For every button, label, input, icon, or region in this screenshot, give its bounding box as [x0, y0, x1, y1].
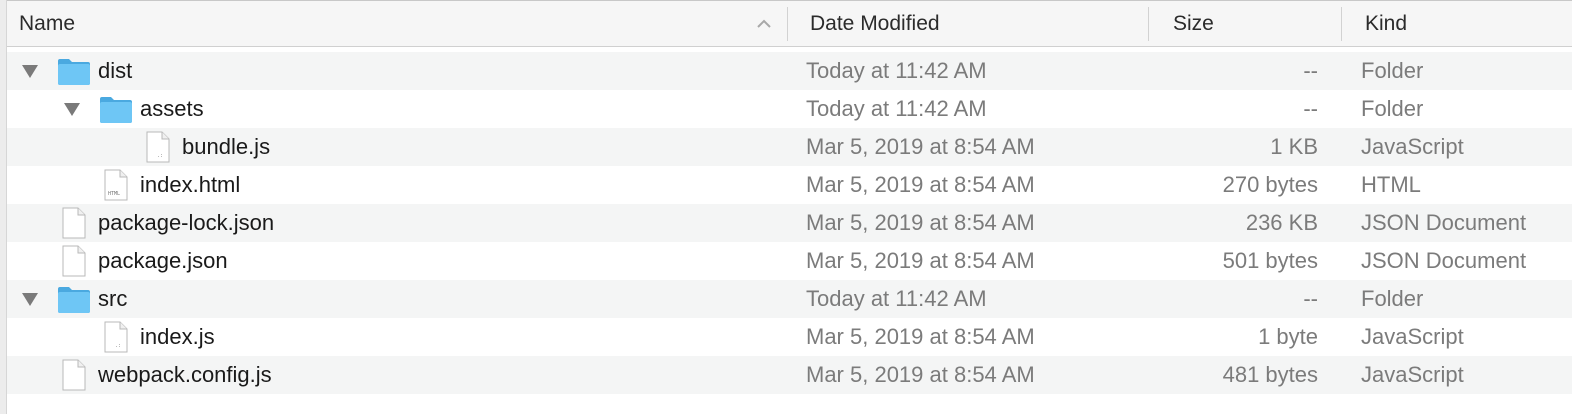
- file-row[interactable]: webpack.config.js Mar 5, 2019 at 8:54 AM 4…: [7, 356, 1572, 394]
- folder-icon: [99, 94, 133, 129]
- file-name: src: [98, 286, 128, 311]
- file-name: dist: [98, 58, 133, 83]
- js-file-icon: .:: [145, 131, 171, 168]
- file-name: index.html: [140, 172, 241, 197]
- file-name: package.json: [98, 248, 228, 273]
- file-row[interactable]: .: bundle.js Mar 5, 2019 at 8:54 AM 1 KB Jav…: [7, 128, 1572, 166]
- document-icon: [61, 245, 87, 282]
- file-row[interactable]: assets Today at 11:42 AM -- Folder: [7, 90, 1572, 128]
- column-divider[interactable]: [1341, 7, 1342, 41]
- svg-text:HTML: HTML: [108, 191, 120, 197]
- file-row[interactable]: .: index.js Mar 5, 2019 at 8:54 AM 1 byte Ja…: [7, 318, 1572, 356]
- date-modified: Today at 11:42 AM: [806, 58, 987, 83]
- file-kind: Folder: [1361, 96, 1424, 121]
- file-row[interactable]: dist Today at 11:42 AM -- Folder: [7, 52, 1572, 90]
- column-header-name-label: Name: [19, 12, 76, 35]
- file-kind: JavaScript: [1361, 362, 1464, 387]
- file-size: --: [1303, 58, 1318, 83]
- date-modified: Mar 5, 2019 at 8:54 AM: [806, 210, 1035, 235]
- file-size: --: [1303, 286, 1318, 311]
- file-size: 1 KB: [1270, 134, 1318, 159]
- file-kind: JSON Document: [1361, 248, 1527, 273]
- disclosure-triangle-icon[interactable]: [21, 291, 39, 307]
- date-modified: Mar 5, 2019 at 8:54 AM: [806, 172, 1035, 197]
- column-header-kind-label: Kind: [1365, 12, 1408, 35]
- file-name: assets: [140, 96, 204, 121]
- file-kind: JavaScript: [1361, 324, 1464, 349]
- date-modified: Mar 5, 2019 at 8:54 AM: [806, 324, 1035, 349]
- column-header-kind[interactable]: Kind: [1353, 1, 1572, 47]
- file-name: webpack.config.js: [98, 362, 272, 387]
- file-list: dist Today at 11:42 AM -- Folder assets Today…: [7, 52, 1572, 394]
- file-size: 236 KB: [1245, 210, 1318, 235]
- html-file-icon: HTML: [103, 169, 129, 206]
- file-kind: Folder: [1361, 286, 1424, 311]
- window-edge: [0, 0, 7, 414]
- file-row[interactable]: package-lock.json Mar 5, 2019 at 8:54 AM 2…: [7, 204, 1572, 242]
- column-header-size-label: Size: [1173, 12, 1214, 35]
- column-divider[interactable]: [1148, 7, 1149, 41]
- svg-text:.:: .:: [115, 343, 121, 349]
- folder-icon: [57, 56, 91, 91]
- disclosure-triangle-icon[interactable]: [21, 63, 39, 79]
- document-icon: [61, 207, 87, 244]
- column-header-name[interactable]: Name: [7, 1, 787, 47]
- date-modified: Today at 11:42 AM: [806, 96, 987, 121]
- file-kind: HTML: [1361, 172, 1421, 197]
- column-header-bar: Name Date Modified Size Kind: [7, 0, 1572, 47]
- date-modified: Today at 11:42 AM: [806, 286, 987, 311]
- file-size: 481 bytes: [1222, 362, 1318, 387]
- file-size: 1 byte: [1258, 324, 1318, 349]
- column-header-size[interactable]: Size: [1161, 1, 1341, 47]
- file-row[interactable]: HTML index.html Mar 5, 2019 at 8:54 AM 270 …: [7, 166, 1572, 204]
- file-size: 270 bytes: [1222, 172, 1318, 197]
- file-row[interactable]: src Today at 11:42 AM -- Folder: [7, 280, 1572, 318]
- file-name: bundle.js: [182, 134, 271, 159]
- disclosure-triangle-icon[interactable]: [63, 101, 81, 117]
- file-name: package-lock.json: [98, 210, 275, 235]
- folder-icon: [57, 284, 91, 319]
- document-icon: [61, 359, 87, 396]
- column-header-date-label: Date Modified: [810, 12, 940, 35]
- file-row[interactable]: package.json Mar 5, 2019 at 8:54 AM 501 by…: [7, 242, 1572, 280]
- date-modified: Mar 5, 2019 at 8:54 AM: [806, 134, 1035, 159]
- file-size: 501 bytes: [1222, 248, 1318, 273]
- js-file-icon: .:: [103, 321, 129, 358]
- date-modified: Mar 5, 2019 at 8:54 AM: [806, 248, 1035, 273]
- date-modified: Mar 5, 2019 at 8:54 AM: [806, 362, 1035, 387]
- file-kind: JavaScript: [1361, 134, 1464, 159]
- sort-ascending-icon[interactable]: [755, 15, 773, 33]
- file-kind: Folder: [1361, 58, 1424, 83]
- column-header-date-modified[interactable]: Date Modified: [798, 1, 1148, 47]
- file-name: index.js: [140, 324, 215, 349]
- finder-list-view: Name Date Modified Size Kind dist Today a…: [0, 0, 1572, 414]
- svg-text:.:: .:: [157, 153, 163, 159]
- file-size: --: [1303, 96, 1318, 121]
- column-divider[interactable]: [787, 7, 788, 41]
- file-kind: JSON Document: [1361, 210, 1527, 235]
